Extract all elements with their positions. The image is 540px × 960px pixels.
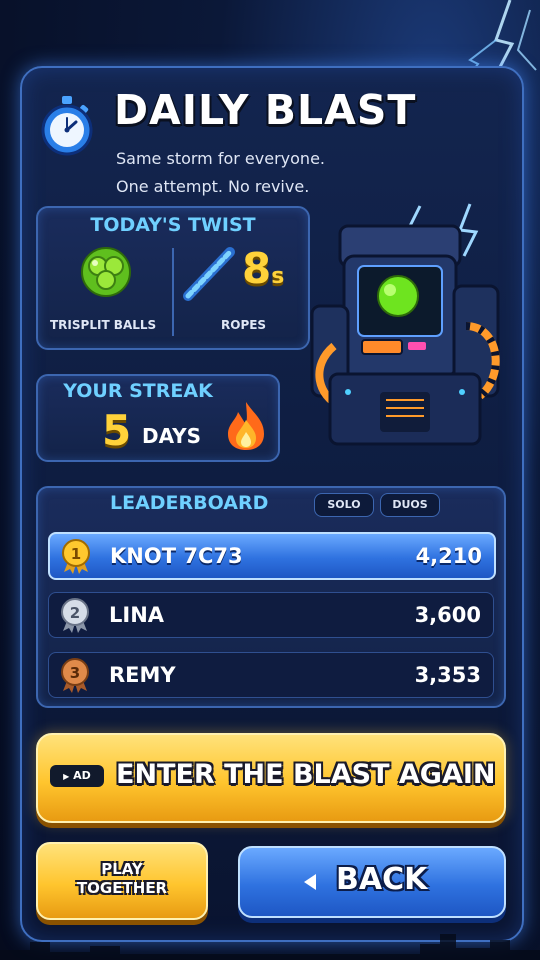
subtitle-line-1: Same storm for everyone. (116, 149, 325, 168)
fire-icon (228, 402, 264, 450)
gold-medal-rank: 1 (71, 545, 81, 563)
streak-title: YOUR STREAK (63, 380, 213, 402)
player-score: 3,353 (414, 663, 481, 687)
filter-solo-button[interactable]: SOLO (314, 493, 374, 517)
trisplit-ball-icon (81, 247, 131, 297)
player-score: 4,210 (415, 544, 482, 568)
streak-unit: DAYS (142, 424, 202, 448)
twist-title: TODAY'S TWIST (90, 214, 256, 236)
trisplit-balls-label: TRISPLIT BALLS (50, 318, 157, 332)
silver-medal-icon: 2 (61, 598, 89, 633)
player-name: LINA (109, 603, 165, 627)
back-label: BACK (336, 862, 428, 897)
play-together-line-1: PLAY (101, 860, 143, 878)
bronze-medal-rank: 3 (70, 664, 80, 682)
leaderboard-card: LEADERBOARD SOLO DUOS 1 KNOT 7C73 4,210 … (36, 486, 506, 708)
back-button[interactable]: BACK (238, 846, 506, 918)
leaderboard-row[interactable]: 2 LINA 3,600 (48, 592, 494, 638)
gold-medal-icon: 1 (62, 539, 90, 574)
page-title: DAILY BLAST (114, 86, 417, 134)
enter-blast-again-label: ENTER THE BLAST AGAIN (116, 759, 496, 790)
filter-duos-button[interactable]: DUOS (380, 493, 440, 517)
city-skyline-decoration (0, 934, 540, 960)
stopwatch-icon (41, 96, 93, 156)
streak-count: 5 (102, 406, 132, 455)
back-arrow-icon (304, 874, 316, 890)
subtitle-line-2: One attempt. No revive. (116, 177, 310, 196)
player-name: KNOT 7C73 (110, 544, 243, 568)
play-together-label: PLAY TOGETHER (38, 860, 206, 898)
rope-time: 8s (242, 244, 284, 293)
play-together-line-2: TOGETHER (76, 879, 168, 897)
rope-time-value: 8 (242, 244, 272, 293)
ad-badge: ▶ AD (50, 765, 104, 787)
rope-time-unit: s (271, 264, 285, 289)
arcade-machine-art (310, 203, 500, 446)
bronze-medal-icon: 3 (61, 658, 89, 693)
leaderboard-title: LEADERBOARD (110, 492, 269, 514)
streak-card: YOUR STREAK 5 DAYS (36, 374, 280, 462)
play-triangle-icon: ▶ (63, 772, 70, 781)
player-name: REMY (109, 663, 176, 687)
rope-icon (183, 247, 235, 301)
play-together-button[interactable]: PLAY TOGETHER (36, 842, 208, 920)
twist-divider (172, 248, 174, 336)
leaderboard-row[interactable]: 3 REMY 3,353 (48, 652, 494, 698)
ropes-label: ROPES (221, 318, 267, 332)
ad-badge-label: AD (73, 769, 91, 782)
silver-medal-rank: 2 (70, 604, 80, 622)
leaderboard-row[interactable]: 1 KNOT 7C73 4,210 (48, 532, 496, 580)
todays-twist-card: TODAY'S TWIST 8s TRISPLIT BALLS ROPES (36, 206, 310, 350)
player-score: 3,600 (414, 603, 481, 627)
enter-blast-again-button[interactable]: ▶ AD ENTER THE BLAST AGAIN (36, 733, 506, 823)
